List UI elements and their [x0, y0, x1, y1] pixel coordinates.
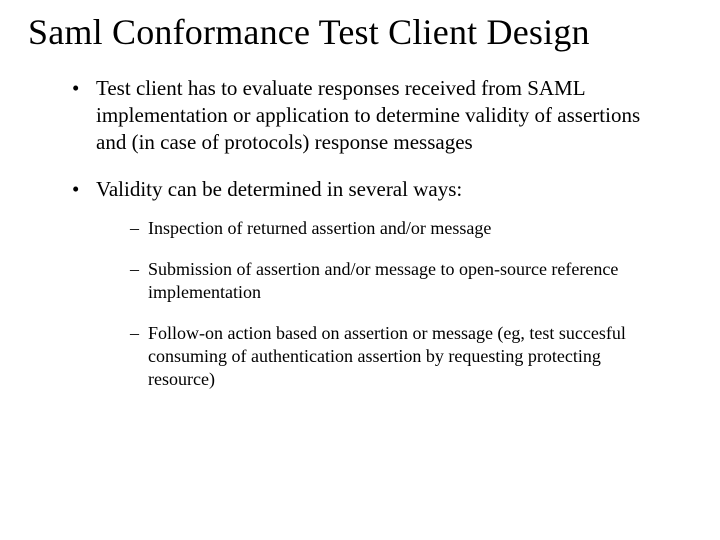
slide-title: Saml Conformance Test Client Design [28, 12, 692, 53]
bullet-list: Test client has to evaluate responses re… [28, 75, 692, 391]
bullet-text: Test client has to evaluate responses re… [96, 76, 640, 154]
bullet-text: Validity can be determined in several wa… [96, 177, 462, 201]
slide: Saml Conformance Test Client Design Test… [0, 0, 720, 540]
sub-bullet-list: Inspection of returned assertion and/or … [96, 217, 656, 391]
sub-bullet-item: Submission of assertion and/or message t… [130, 258, 656, 304]
bullet-item: Validity can be determined in several wa… [72, 176, 656, 391]
sub-bullet-text: Submission of assertion and/or message t… [148, 259, 618, 302]
sub-bullet-text: Inspection of returned assertion and/or … [148, 218, 491, 238]
sub-bullet-item: Follow-on action based on assertion or m… [130, 322, 656, 391]
sub-bullet-text: Follow-on action based on assertion or m… [148, 323, 626, 389]
bullet-item: Test client has to evaluate responses re… [72, 75, 656, 156]
sub-bullet-item: Inspection of returned assertion and/or … [130, 217, 656, 240]
